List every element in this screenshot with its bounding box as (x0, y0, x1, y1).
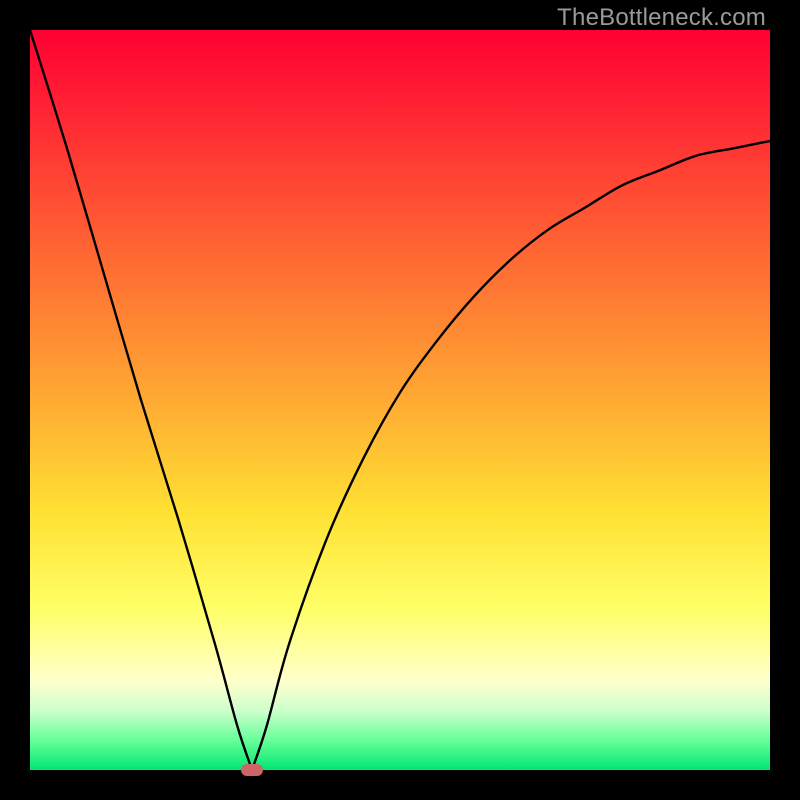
chart-frame: TheBottleneck.com (0, 0, 800, 800)
watermark-text: TheBottleneck.com (557, 4, 766, 32)
bottleneck-curve (30, 30, 770, 770)
curve-path (30, 30, 770, 770)
plot-area (30, 30, 770, 770)
optimal-point-marker (241, 764, 263, 776)
